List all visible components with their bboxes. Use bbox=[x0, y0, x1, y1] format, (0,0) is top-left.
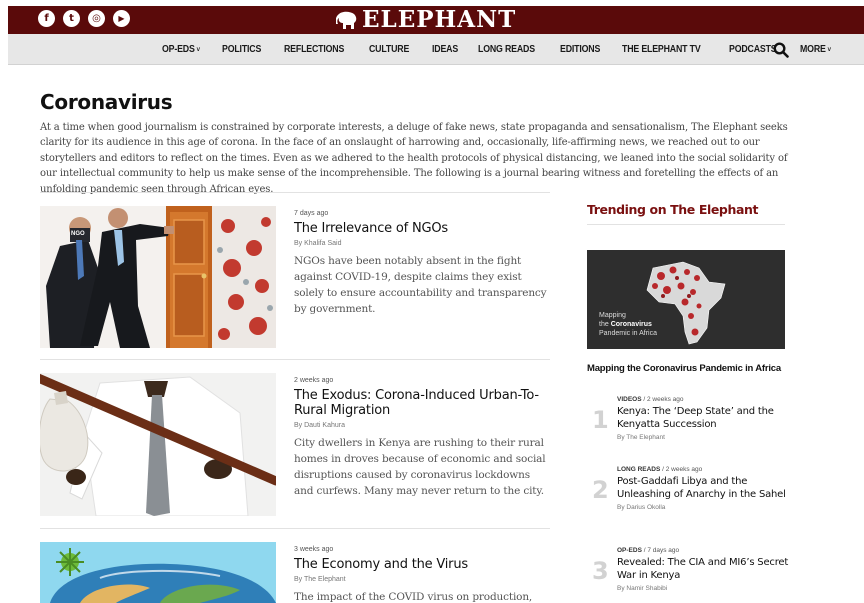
nav-item-podcasts[interactable]: PODCASTS bbox=[728, 44, 777, 55]
trending-category: LONG READS / 2 weeks ago bbox=[617, 466, 703, 473]
trending-category: VIDEOS / 2 weeks ago bbox=[617, 396, 684, 403]
map-card-caption: Mapping the Coronavirus Pandemic in Afri… bbox=[599, 311, 657, 338]
instagram-icon[interactable]: ◎ bbox=[88, 10, 105, 27]
brand-bar: f t ◎ ▶ ELEPHANT bbox=[8, 6, 864, 34]
nav-item-culture[interactable]: CULTURE bbox=[369, 44, 409, 55]
nav-items: OP-EDS ˅ POLITICS REFLECTIONS CULTURE IDEAS LO… bbox=[162, 34, 852, 65]
map-caption-line: Mapping bbox=[599, 312, 626, 319]
nav-item-label: OP-EDS bbox=[162, 44, 195, 55]
trending-item[interactable]: 1 VIDEOS / 2 weeks ago Kenya: The ‘Deep … bbox=[592, 396, 792, 446]
nav-item-label: EDITIONS bbox=[559, 44, 600, 55]
map-caption-bold: Coronavirus bbox=[610, 321, 652, 328]
nav-item-label: CULTURE bbox=[368, 44, 410, 55]
article-excerpt: The impact of the COVID virus on product… bbox=[294, 591, 533, 603]
trending-item[interactable]: 3 OP-EDS / 7 days ago Revealed: The CIA … bbox=[592, 547, 792, 597]
article-excerpt: NGOs have been notably absent in the fig… bbox=[294, 255, 547, 315]
trending-rank: 1 bbox=[592, 406, 609, 434]
trending-title: Trending on The Elephant bbox=[587, 202, 759, 217]
ngo-mask-label: NGO bbox=[71, 231, 85, 237]
divider bbox=[40, 528, 550, 529]
nav-item-editions[interactable]: EDITIONS bbox=[560, 44, 600, 55]
category-label[interactable]: LONG READS bbox=[617, 466, 660, 473]
trending-date: 7 days ago bbox=[647, 547, 680, 554]
divider bbox=[40, 192, 550, 193]
article-date: 7 days ago bbox=[294, 210, 329, 217]
map-caption-line: Pandemic in Africa bbox=[599, 330, 657, 337]
nav-item-label: MORE bbox=[799, 44, 826, 55]
trending-byline[interactable]: By Namir Shabibi bbox=[617, 585, 789, 592]
trending-byline[interactable]: By Darius Okolla bbox=[617, 504, 789, 511]
nav-item-label: LONG READS bbox=[478, 44, 536, 55]
article-date: 2 weeks ago bbox=[294, 377, 334, 384]
elephant-logo-icon bbox=[336, 11, 357, 29]
trending-date: 2 weeks ago bbox=[646, 396, 684, 403]
article-card[interactable]: 7 days ago The Irrelevance of NGOs By Kh… bbox=[40, 206, 550, 348]
nav-item-label: REFLECTIONS bbox=[283, 44, 344, 55]
article-byline[interactable]: By Khalifa Said bbox=[294, 240, 550, 247]
map-caption-line: the Coronavirus bbox=[599, 320, 657, 329]
map-caption-prefix: the bbox=[599, 321, 609, 328]
nav-item-label: THE ELEPHANT TV bbox=[622, 44, 701, 55]
nav-item-label: PODCASTS bbox=[728, 44, 777, 55]
site-logo[interactable]: ELEPHANT bbox=[336, 7, 516, 33]
map-article-link[interactable]: Mapping the Coronavirus Pandemic in Afri… bbox=[587, 363, 781, 374]
page-title: Coronavirus bbox=[40, 90, 173, 114]
social-links: f t ◎ ▶ bbox=[38, 10, 130, 27]
article-image-economy[interactable] bbox=[40, 542, 276, 603]
nav-item-op-eds[interactable]: OP-EDS ˅ bbox=[162, 44, 200, 55]
article-byline[interactable]: By The Elephant bbox=[294, 576, 550, 583]
article-meta: 3 weeks ago The Economy and the Virus By… bbox=[294, 546, 550, 603]
article-meta: 7 days ago The Irrelevance of NGOs By Kh… bbox=[294, 210, 550, 317]
divider bbox=[40, 359, 550, 360]
article-headline[interactable]: The Exodus: Corona-Induced Urban-To-Rura… bbox=[294, 388, 550, 418]
article-date: 3 weeks ago bbox=[294, 546, 334, 553]
category-label[interactable]: OP-EDS bbox=[617, 547, 642, 554]
trending-headline[interactable]: Kenya: The ‘Deep State’ and the Kenyatta… bbox=[617, 406, 789, 431]
article-card[interactable]: 3 weeks ago The Economy and the Virus By… bbox=[40, 542, 550, 603]
article-meta: 2 weeks ago The Exodus: Corona-Induced U… bbox=[294, 377, 550, 499]
trending-headline[interactable]: Post-Gaddafi Libya and the Unleashing of… bbox=[617, 476, 789, 501]
article-excerpt: City dwellers in Kenya are rushing to th… bbox=[294, 437, 546, 497]
trending-headline[interactable]: Revealed: The CIA and MI6’s Secret War i… bbox=[617, 557, 789, 582]
nav-item-politics[interactable]: POLITICS bbox=[222, 44, 261, 55]
chevron-down-icon: ˅ bbox=[827, 47, 831, 54]
search-icon[interactable] bbox=[773, 42, 789, 58]
trending-byline[interactable]: By The Elephant bbox=[617, 434, 789, 441]
article-card[interactable]: 2 weeks ago The Exodus: Corona-Induced U… bbox=[40, 373, 550, 516]
main-nav: OP-EDS ˅ POLITICS REFLECTIONS CULTURE IDEAS LO… bbox=[8, 34, 864, 65]
trending-rank: 3 bbox=[592, 557, 609, 585]
nav-item-ideas[interactable]: IDEAS bbox=[432, 44, 458, 55]
twitter-icon[interactable]: t bbox=[63, 10, 80, 27]
nav-item-reflections[interactable]: REFLECTIONS bbox=[284, 44, 344, 55]
nav-item-long-reads[interactable]: LONG READS bbox=[478, 44, 535, 55]
article-headline[interactable]: The Economy and the Virus bbox=[294, 557, 550, 572]
trending-date: 2 weeks ago bbox=[665, 466, 703, 473]
trending-rank: 2 bbox=[592, 476, 609, 504]
article-image-exodus[interactable] bbox=[40, 373, 276, 516]
youtube-icon[interactable]: ▶ bbox=[113, 10, 130, 27]
nav-item-label: IDEAS bbox=[431, 44, 458, 55]
trending-item[interactable]: 2 LONG READS / 2 weeks ago Post-Gaddafi … bbox=[592, 466, 792, 526]
article-image-ngos[interactable] bbox=[40, 206, 276, 348]
article-byline[interactable]: By Dauti Kahura bbox=[294, 422, 550, 429]
chevron-down-icon: ˅ bbox=[196, 47, 200, 54]
nav-item-the-elephant-tv[interactable]: THE ELEPHANT TV bbox=[622, 44, 701, 55]
logo-wordmark: ELEPHANT bbox=[362, 6, 517, 33]
divider bbox=[587, 224, 785, 225]
facebook-icon[interactable]: f bbox=[38, 10, 55, 27]
map-card[interactable]: Mapping the Coronavirus Pandemic in Afri… bbox=[587, 250, 785, 349]
page-intro: At a time when good journalism is constr… bbox=[40, 122, 788, 195]
category-label[interactable]: VIDEOS bbox=[617, 396, 642, 403]
trending-category: OP-EDS / 7 days ago bbox=[617, 547, 680, 554]
article-headline[interactable]: The Irrelevance of NGOs bbox=[294, 221, 550, 236]
nav-item-label: POLITICS bbox=[222, 44, 262, 55]
nav-item-more[interactable]: MORE ˅ bbox=[800, 44, 831, 55]
